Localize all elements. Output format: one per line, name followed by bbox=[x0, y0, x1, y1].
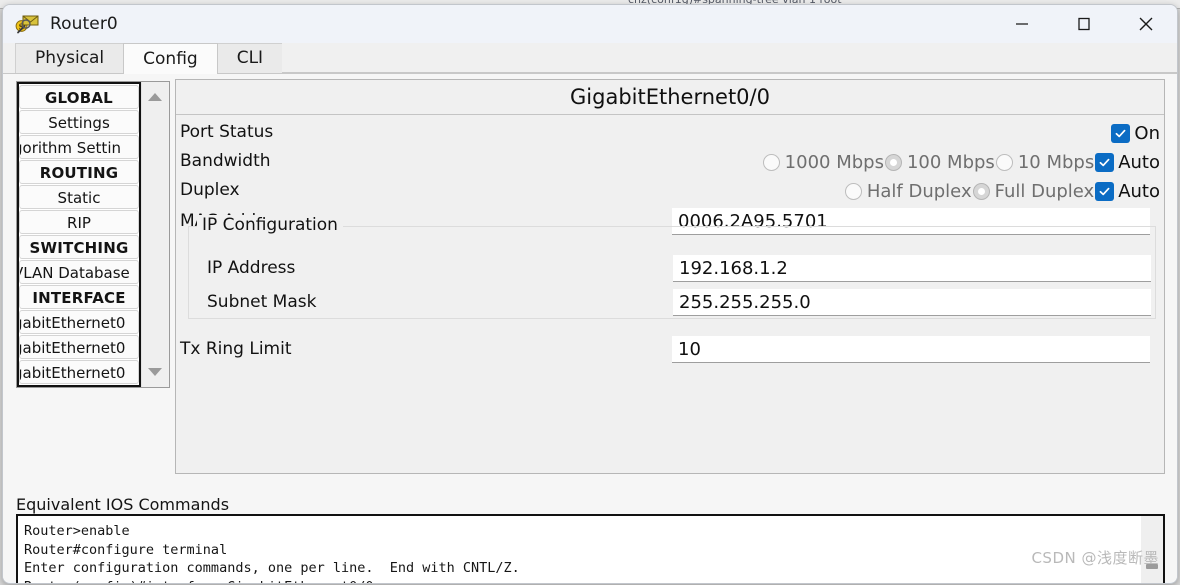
subnet-mask-input[interactable] bbox=[673, 289, 1151, 316]
bandwidth-label: Bandwidth bbox=[180, 151, 271, 171]
duplex-row: Duplex Half Duplex Full Duplex Auto bbox=[176, 177, 1164, 206]
ios-commands-console[interactable]: Router>enable Router#configure terminal … bbox=[16, 514, 1165, 584]
sidebar-item-routing[interactable]: ROUTING bbox=[19, 160, 139, 184]
tx-ring-limit-input[interactable] bbox=[672, 336, 1150, 363]
duplex-controls: Half Duplex Full Duplex Auto bbox=[844, 177, 1162, 206]
config-tree[interactable]: GLOBAL Settings gorithm Settin ROUTING S… bbox=[17, 82, 141, 387]
sidebar-item-interface[interactable]: INTERFACE bbox=[19, 285, 139, 309]
scroll-down-arrow-icon[interactable] bbox=[142, 361, 168, 383]
ip-address-input[interactable] bbox=[673, 255, 1151, 282]
ios-line: Router(config)#interface GigabitEthernet… bbox=[24, 578, 1141, 584]
duplex-label-full: Full Duplex bbox=[994, 181, 1095, 202]
ios-line: Enter configuration commands, one per li… bbox=[24, 560, 520, 576]
port-status-row: Port Status On bbox=[176, 119, 1164, 148]
scroll-up-arrow-icon[interactable] bbox=[142, 86, 168, 108]
sidebar-item-algorithm-settings[interactable]: gorithm Settin bbox=[19, 135, 139, 159]
interface-title: GigabitEthernet0/0 bbox=[176, 80, 1164, 115]
close-button[interactable] bbox=[1115, 5, 1177, 43]
ios-line: Router#configure terminal bbox=[24, 541, 228, 558]
bandwidth-auto-checkbox[interactable] bbox=[1095, 153, 1115, 172]
bandwidth-label-100: 100 Mbps bbox=[906, 152, 995, 173]
bandwidth-radio-1000[interactable] bbox=[762, 154, 780, 171]
sidebar-item-switching[interactable]: SWITCHING bbox=[19, 235, 139, 259]
interface-config-panel: GigabitEthernet0/0 Port Status On Bandwi… bbox=[175, 79, 1165, 474]
port-status-controls: On bbox=[1111, 119, 1162, 148]
packet-tracer-router-icon: S bbox=[15, 13, 41, 35]
maximize-icon bbox=[1078, 17, 1090, 31]
watermark: CSDN @浅度断墨 bbox=[1031, 549, 1159, 567]
tx-ring-limit-row: Tx Ring Limit bbox=[176, 334, 1164, 368]
window-title: Router0 bbox=[50, 14, 118, 34]
port-status-checkbox-label: On bbox=[1134, 123, 1160, 144]
subnet-mask-row: Subnet Mask bbox=[189, 289, 1155, 321]
minimize-button[interactable] bbox=[991, 5, 1053, 43]
tab-config[interactable]: Config bbox=[123, 43, 218, 74]
sidebar-item-gigabitethernet-1[interactable]: gabitEthernet0 bbox=[19, 335, 139, 359]
ios-commands-label: Equivalent IOS Commands bbox=[16, 495, 230, 514]
tx-ring-limit-label: Tx Ring Limit bbox=[180, 339, 292, 359]
bandwidth-auto-label: Auto bbox=[1118, 152, 1160, 173]
duplex-label: Duplex bbox=[180, 180, 240, 200]
router-config-window: S Router0 Physical Config CLI GLOBAL Set… bbox=[2, 4, 1178, 584]
bandwidth-label-1000: 1000 Mbps bbox=[784, 152, 884, 173]
sidebar-item-settings[interactable]: Settings bbox=[19, 110, 139, 134]
title-bar: S Router0 bbox=[3, 5, 1177, 43]
tab-cli[interactable]: CLI bbox=[216, 43, 284, 73]
duplex-auto-label: Auto bbox=[1118, 181, 1160, 202]
close-icon bbox=[1139, 17, 1153, 31]
bandwidth-label-10: 10 Mbps bbox=[1017, 152, 1095, 173]
sidebar-scrollbar[interactable] bbox=[141, 82, 168, 387]
sidebar-item-rip[interactable]: RIP bbox=[19, 210, 139, 234]
ip-configuration-legend: IP Configuration bbox=[197, 215, 343, 235]
port-status-label: Port Status bbox=[180, 122, 274, 142]
port-status-checkbox[interactable] bbox=[1111, 124, 1131, 143]
duplex-radio-full[interactable] bbox=[972, 183, 990, 200]
ip-address-row: IP Address bbox=[189, 253, 1155, 289]
config-tab-content: GLOBAL Settings gorithm Settin ROUTING S… bbox=[3, 74, 1177, 584]
ip-address-label: IP Address bbox=[207, 258, 296, 278]
tab-strip-filler bbox=[282, 43, 1177, 73]
bandwidth-controls: 1000 Mbps 100 Mbps 10 Mbps Auto bbox=[762, 148, 1162, 177]
ios-line: Router>enable bbox=[24, 523, 130, 539]
sidebar-item-vlan-database[interactable]: VLAN Database bbox=[19, 260, 139, 284]
subnet-mask-label: Subnet Mask bbox=[207, 292, 317, 312]
sidebar-item-gigabitethernet-2[interactable]: gabitEthernet0 bbox=[19, 360, 139, 384]
duplex-radio-half[interactable] bbox=[844, 183, 862, 200]
tab-physical[interactable]: Physical bbox=[15, 43, 125, 73]
duplex-label-half: Half Duplex bbox=[866, 181, 972, 202]
bandwidth-row: Bandwidth 1000 Mbps 100 Mbps 10 Mbps Aut… bbox=[176, 148, 1164, 177]
duplex-auto-checkbox[interactable] bbox=[1095, 182, 1115, 201]
config-sidebar: GLOBAL Settings gorithm Settin ROUTING S… bbox=[16, 81, 170, 388]
maximize-button[interactable] bbox=[1053, 5, 1115, 43]
minimize-icon bbox=[1016, 23, 1028, 25]
ios-commands-output: Router>enable Router#configure terminal … bbox=[18, 516, 1141, 584]
bandwidth-radio-100[interactable] bbox=[884, 154, 902, 171]
window-controls bbox=[991, 5, 1177, 43]
ip-configuration-group: IP Configuration IP Address Subnet Mask bbox=[188, 215, 1156, 321]
sidebar-item-global[interactable]: GLOBAL bbox=[19, 85, 139, 109]
sidebar-item-gigabitethernet-0[interactable]: gabitEthernet0 bbox=[19, 310, 139, 334]
sidebar-item-static[interactable]: Static bbox=[19, 185, 139, 209]
tab-bar: Physical Config CLI bbox=[3, 43, 1177, 74]
bandwidth-radio-10[interactable] bbox=[995, 154, 1013, 171]
